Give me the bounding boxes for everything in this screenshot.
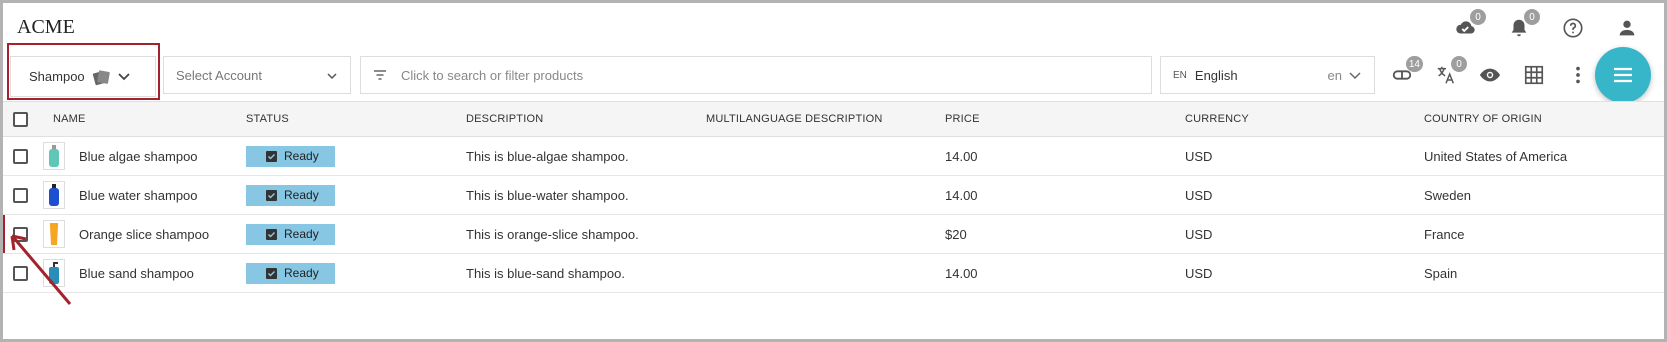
status-cell: Ready	[227, 223, 466, 245]
catalog-highlight	[7, 43, 160, 100]
check-icon	[266, 150, 277, 162]
status-badge: Ready	[246, 145, 335, 167]
description-cell: This is blue-sand shampoo.	[466, 265, 625, 281]
check-icon	[266, 267, 277, 279]
row-checkbox-cell	[3, 187, 41, 203]
row-checkbox[interactable]	[13, 148, 28, 164]
product-name[interactable]: Blue water shampoo	[79, 188, 198, 203]
language-select[interactable]: EN English en	[1160, 56, 1375, 94]
language-label: English	[1194, 67, 1238, 83]
country-cell: United States of America	[1424, 148, 1568, 164]
more-vertical-icon[interactable]	[1566, 63, 1590, 87]
attributes-badge: 14	[1405, 56, 1423, 72]
column-header-country[interactable]: COUNTRY OF ORIGIN	[1424, 113, 1664, 125]
table-row[interactable]: Blue sand shampoo Ready This is blue-san…	[3, 254, 1664, 293]
user-icon[interactable]	[1615, 16, 1639, 40]
price-cell: 14.00	[945, 148, 978, 164]
status-cell: Ready	[227, 184, 466, 206]
products-table: NAME STATUS DESCRIPTION MULTILANGUAGE DE…	[3, 101, 1664, 293]
status-label: Ready	[284, 149, 319, 163]
row-checkbox[interactable]	[13, 187, 28, 203]
check-icon	[266, 228, 277, 240]
toolbar-icons: 14 0	[1390, 56, 1590, 94]
cloud-badge: 0	[1470, 9, 1486, 25]
name-cell: Blue algae shampoo	[41, 142, 227, 170]
description-cell: This is blue-water shampoo.	[466, 187, 629, 203]
chevron-down-icon	[326, 68, 338, 83]
search-input[interactable]: Click to search or filter products	[360, 56, 1152, 94]
select-all-cell	[3, 111, 41, 127]
account-select[interactable]: Select Account	[163, 56, 351, 94]
grid-icon[interactable]	[1522, 63, 1546, 87]
menu-fab-button[interactable]	[1595, 47, 1651, 103]
table-row[interactable]: Blue algae shampoo Ready This is blue-al…	[3, 137, 1664, 176]
column-header-price[interactable]: PRICE	[945, 113, 1185, 125]
price-cell: 14.00	[945, 187, 978, 203]
table-header: NAME STATUS DESCRIPTION MULTILANGUAGE DE…	[3, 101, 1664, 137]
language-code: EN	[1173, 69, 1187, 81]
product-thumbnail	[43, 181, 65, 209]
column-header-multilanguage-description[interactable]: MULTILANGUAGE DESCRIPTION	[706, 113, 945, 125]
help-icon[interactable]	[1561, 16, 1585, 40]
product-name[interactable]: Orange slice shampoo	[79, 227, 209, 242]
status-label: Ready	[284, 266, 319, 280]
description-cell: This is blue-algae shampoo.	[466, 148, 629, 164]
status-cell: Ready	[227, 145, 466, 167]
price-cell: $20	[945, 226, 967, 242]
product-name[interactable]: Blue algae shampoo	[79, 149, 198, 164]
translate-badge: 0	[1451, 56, 1467, 72]
bell-icon[interactable]: 0	[1507, 9, 1540, 40]
brand-logo[interactable]: ACME	[17, 16, 75, 39]
currency-cell: USD	[1185, 148, 1213, 164]
currency-cell: USD	[1185, 187, 1213, 203]
menu-icon	[1614, 67, 1632, 83]
currency-cell: USD	[1185, 226, 1213, 242]
status-badge: Ready	[246, 184, 335, 206]
country-cell: Sweden	[1424, 187, 1471, 203]
annotation-arrow-icon	[10, 234, 72, 305]
row-checkbox-cell	[3, 148, 41, 164]
filter-icon	[373, 69, 387, 81]
status-cell: Ready	[227, 262, 466, 284]
status-badge: Ready	[246, 262, 335, 284]
bell-badge: 0	[1524, 9, 1540, 25]
description-cell: This is orange-slice shampoo.	[466, 226, 639, 242]
header-icons: 0 0	[1453, 9, 1639, 40]
name-cell: Blue water shampoo	[41, 181, 227, 209]
product-name[interactable]: Blue sand shampoo	[79, 266, 194, 281]
country-cell: Spain	[1424, 265, 1458, 281]
check-icon	[266, 189, 277, 201]
status-badge: Ready	[246, 223, 335, 245]
search-placeholder: Click to search or filter products	[401, 67, 584, 83]
status-label: Ready	[284, 188, 319, 202]
language-short: en	[1327, 67, 1342, 83]
eye-icon[interactable]	[1478, 63, 1502, 87]
column-header-description[interactable]: DESCRIPTION	[466, 113, 706, 125]
column-header-status[interactable]: STATUS	[227, 113, 466, 125]
table-row[interactable]: Orange slice shampoo Ready This is orang…	[3, 215, 1664, 254]
attributes-icon[interactable]: 14	[1390, 56, 1423, 87]
price-cell: 14.00	[945, 265, 978, 281]
column-header-currency[interactable]: CURRENCY	[1185, 113, 1424, 125]
chevron-down-icon	[1348, 68, 1362, 83]
cloud-check-icon[interactable]: 0	[1453, 9, 1486, 40]
account-placeholder: Select Account	[176, 67, 262, 83]
country-cell: France	[1424, 226, 1465, 242]
status-label: Ready	[284, 227, 319, 241]
toolbar: Shampoo Select Account Click to search o…	[0, 56, 1667, 97]
currency-cell: USD	[1185, 265, 1213, 281]
select-all-checkbox[interactable]	[13, 111, 28, 127]
product-thumbnail	[43, 142, 65, 170]
translate-icon[interactable]: 0	[1434, 56, 1467, 87]
table-row[interactable]: Blue water shampoo Ready This is blue-wa…	[3, 176, 1664, 215]
column-header-name[interactable]: NAME	[41, 113, 227, 125]
